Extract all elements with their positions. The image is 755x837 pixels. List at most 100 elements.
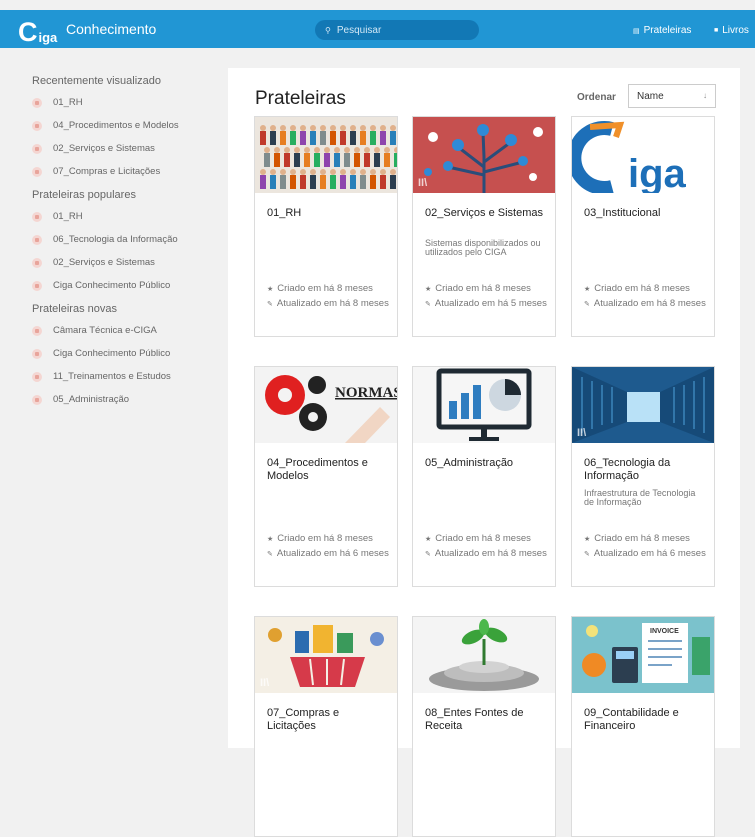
shelf-icon	[32, 121, 42, 131]
sort-select[interactable]: Name ↓	[628, 84, 716, 108]
shelf-description: Infraestrutura de Tecnologia de Informaç…	[584, 488, 696, 507]
star-icon: ★	[584, 286, 591, 293]
shelf-icon	[32, 144, 42, 154]
sidebar-item-label: Ciga Conhecimento Público	[53, 280, 171, 291]
shelf-title[interactable]: 09_Contabilidade e Financeiro	[584, 707, 708, 733]
updated-info: ✎ Atualizado em há 6 meses	[584, 547, 714, 562]
normas-text: NORMAS	[335, 385, 397, 401]
updated-text: Atualizado em há 8 meses	[434, 548, 547, 559]
shelf-card[interactable]: iga 03_Institucional ★ Criado em há 8 mes…	[571, 116, 715, 337]
shelf-title[interactable]: 05_Administração	[425, 457, 549, 470]
sidebar-item-label: 06_Tecnologia da Informação	[53, 234, 178, 245]
shelf-cover-image	[413, 617, 555, 693]
sidebar-new: Prateleiras novas Câmara Técnica e-CIGA …	[32, 303, 192, 405]
created-text: Criado em há 8 meses	[435, 283, 531, 294]
shelf-card[interactable]: INVOICE 09_Contabilidade e Financeiro	[571, 616, 715, 837]
nav-shelves[interactable]: ▤ Prateleiras	[633, 25, 691, 36]
sidebar-item[interactable]: Ciga Conhecimento Público	[32, 280, 192, 291]
shelf-title[interactable]: 03_Institucional	[584, 207, 708, 220]
shelf-cover-image: II\	[255, 617, 397, 693]
shelf-icon	[32, 395, 42, 405]
shelf-icon	[32, 326, 42, 336]
logo[interactable]: C iga	[18, 15, 58, 47]
top-bar: C iga Conhecimento ⚲ Pesquisar ▤ Pratele…	[0, 10, 755, 48]
shelf-card[interactable]: II\ 07_Compras e Licitações	[254, 616, 398, 837]
search-placeholder: Pesquisar	[336, 24, 382, 36]
sidebar-item[interactable]: 07_Compras e Licitações	[32, 166, 192, 177]
sidebar-item-label: 01_RH	[53, 211, 83, 222]
nav-books[interactable]: ■ Livros	[714, 25, 749, 36]
logo-iga: iga	[38, 30, 58, 45]
sidebar-item-label: 11_Treinamentos e Estudos	[53, 371, 171, 382]
watermark-icon: II\	[418, 177, 428, 189]
search-input[interactable]: ⚲ Pesquisar	[315, 20, 479, 40]
shelf-meta: ★ Criado em há 8 meses ✎ Atualizado em há …	[584, 532, 714, 562]
shelf-cover-image: INVOICE	[572, 617, 714, 693]
updated-info: ✎ Atualizado em há 8 meses	[584, 297, 714, 312]
sidebar-item[interactable]: 11_Treinamentos e Estudos	[32, 371, 192, 382]
shelf-card[interactable]: 05_Administração ★ Criado em há 8 meses ✎…	[412, 366, 556, 587]
sidebar-item[interactable]: 01_RH	[32, 211, 192, 222]
pencil-icon: ✎	[425, 301, 431, 308]
sidebar-item[interactable]: 06_Tecnologia da Informação	[32, 234, 192, 245]
network-tree-illustration	[424, 124, 543, 193]
book-icon: ■	[714, 27, 719, 34]
sort-label: Ordenar	[577, 92, 616, 103]
sidebar-popular: Prateleiras populares 01_RH 06_Tecnologi…	[32, 189, 192, 291]
sidebar-item[interactable]: 01_RH	[32, 97, 192, 108]
updated-info: ✎ Atualizado em há 6 meses	[267, 547, 397, 562]
sidebar-heading: Prateleiras populares	[32, 189, 136, 201]
sort-direction-icon[interactable]: ↓	[703, 91, 707, 100]
page-title: Prateleiras	[255, 88, 346, 109]
shelf-card[interactable]: II\ 02_Serviços e Sistemas Sistemas disp…	[412, 116, 556, 337]
sidebar-item[interactable]: Câmara Técnica e-CIGA	[32, 325, 192, 336]
shelf-cover-image: iga	[572, 117, 714, 193]
logo-word: iga	[628, 152, 687, 193]
shelf-title[interactable]: 06_Tecnologia da Informação	[584, 457, 708, 483]
server-room-illustration	[572, 367, 714, 443]
shelf-icon: ▤	[633, 27, 640, 35]
shelf-icon	[32, 167, 42, 177]
sidebar-item[interactable]: Ciga Conhecimento Público	[32, 348, 192, 359]
created-info: ★ Criado em há 8 meses	[267, 282, 397, 297]
shelf-icon	[32, 281, 42, 291]
shelf-card[interactable]: NORMAS 04_Procedimentos e Modelos ★ Criad…	[254, 366, 398, 587]
gears-illustration: NORMAS	[265, 375, 397, 443]
updated-text: Atualizado em há 8 meses	[593, 298, 706, 309]
star-icon: ★	[267, 286, 274, 293]
shelf-card[interactable]: II\ 06_Tecnologia da Informação Infraest…	[571, 366, 715, 587]
pencil-icon: ✎	[584, 551, 590, 558]
pencil-icon: ✎	[267, 301, 273, 308]
app-name[interactable]: Conhecimento	[66, 21, 156, 37]
shelf-icon	[32, 372, 42, 382]
shelf-icon	[32, 258, 42, 268]
shelf-cover-image: NORMAS	[255, 367, 397, 443]
logo-c: C	[18, 17, 38, 47]
shelf-title[interactable]: 01_RH	[267, 207, 391, 220]
sidebar-item-label: Câmara Técnica e-CIGA	[53, 325, 157, 336]
shelf-meta: ★ Criado em há 8 meses ✎ Atualizado em há …	[267, 282, 397, 312]
created-info: ★ Criado em há 8 meses	[425, 532, 555, 547]
sidebar-item-label: 05_Administração	[53, 394, 130, 405]
updated-text: Atualizado em há 6 meses	[593, 548, 706, 559]
sidebar-recent: Recentemente visualizado 01_RH 04_Proced…	[32, 75, 192, 177]
shelf-meta: ★ Criado em há 8 meses ✎ Atualizado em há …	[584, 282, 714, 312]
sidebar-item[interactable]: 05_Administração	[32, 394, 192, 405]
created-text: Criado em há 8 meses	[594, 283, 690, 294]
shelf-title[interactable]: 04_Procedimentos e Modelos	[267, 457, 391, 483]
shelf-card[interactable]: 08_Entes Fontes de Receita	[412, 616, 556, 837]
sidebar-item[interactable]: 04_Procedimentos e Modelos	[32, 120, 192, 131]
shelf-cover-image: II\	[413, 117, 555, 193]
shelf-title[interactable]: 02_Serviços e Sistemas	[425, 207, 549, 220]
ciga-logo-image: iga	[572, 121, 687, 193]
star-icon: ★	[425, 286, 432, 293]
shelf-meta: ★ Criado em há 8 meses ✎ Atualizado em há …	[425, 532, 555, 562]
shelf-title[interactable]: 07_Compras e Licitações	[267, 707, 391, 733]
sidebar-item[interactable]: 02_Serviços e Sistemas	[32, 257, 192, 268]
shelf-description: Sistemas disponibilizados ou utilizados …	[425, 238, 541, 257]
shelf-card[interactable]: 01_RH ★ Criado em há 8 meses ✎ Atualizado …	[254, 116, 398, 337]
sidebar-item-label: 02_Serviços e Sistemas	[53, 257, 155, 268]
shelf-title[interactable]: 08_Entes Fontes de Receita	[425, 707, 549, 733]
sidebar-item[interactable]: 02_Serviços e Sistemas	[32, 143, 192, 154]
watermark-icon: II\	[577, 427, 587, 439]
